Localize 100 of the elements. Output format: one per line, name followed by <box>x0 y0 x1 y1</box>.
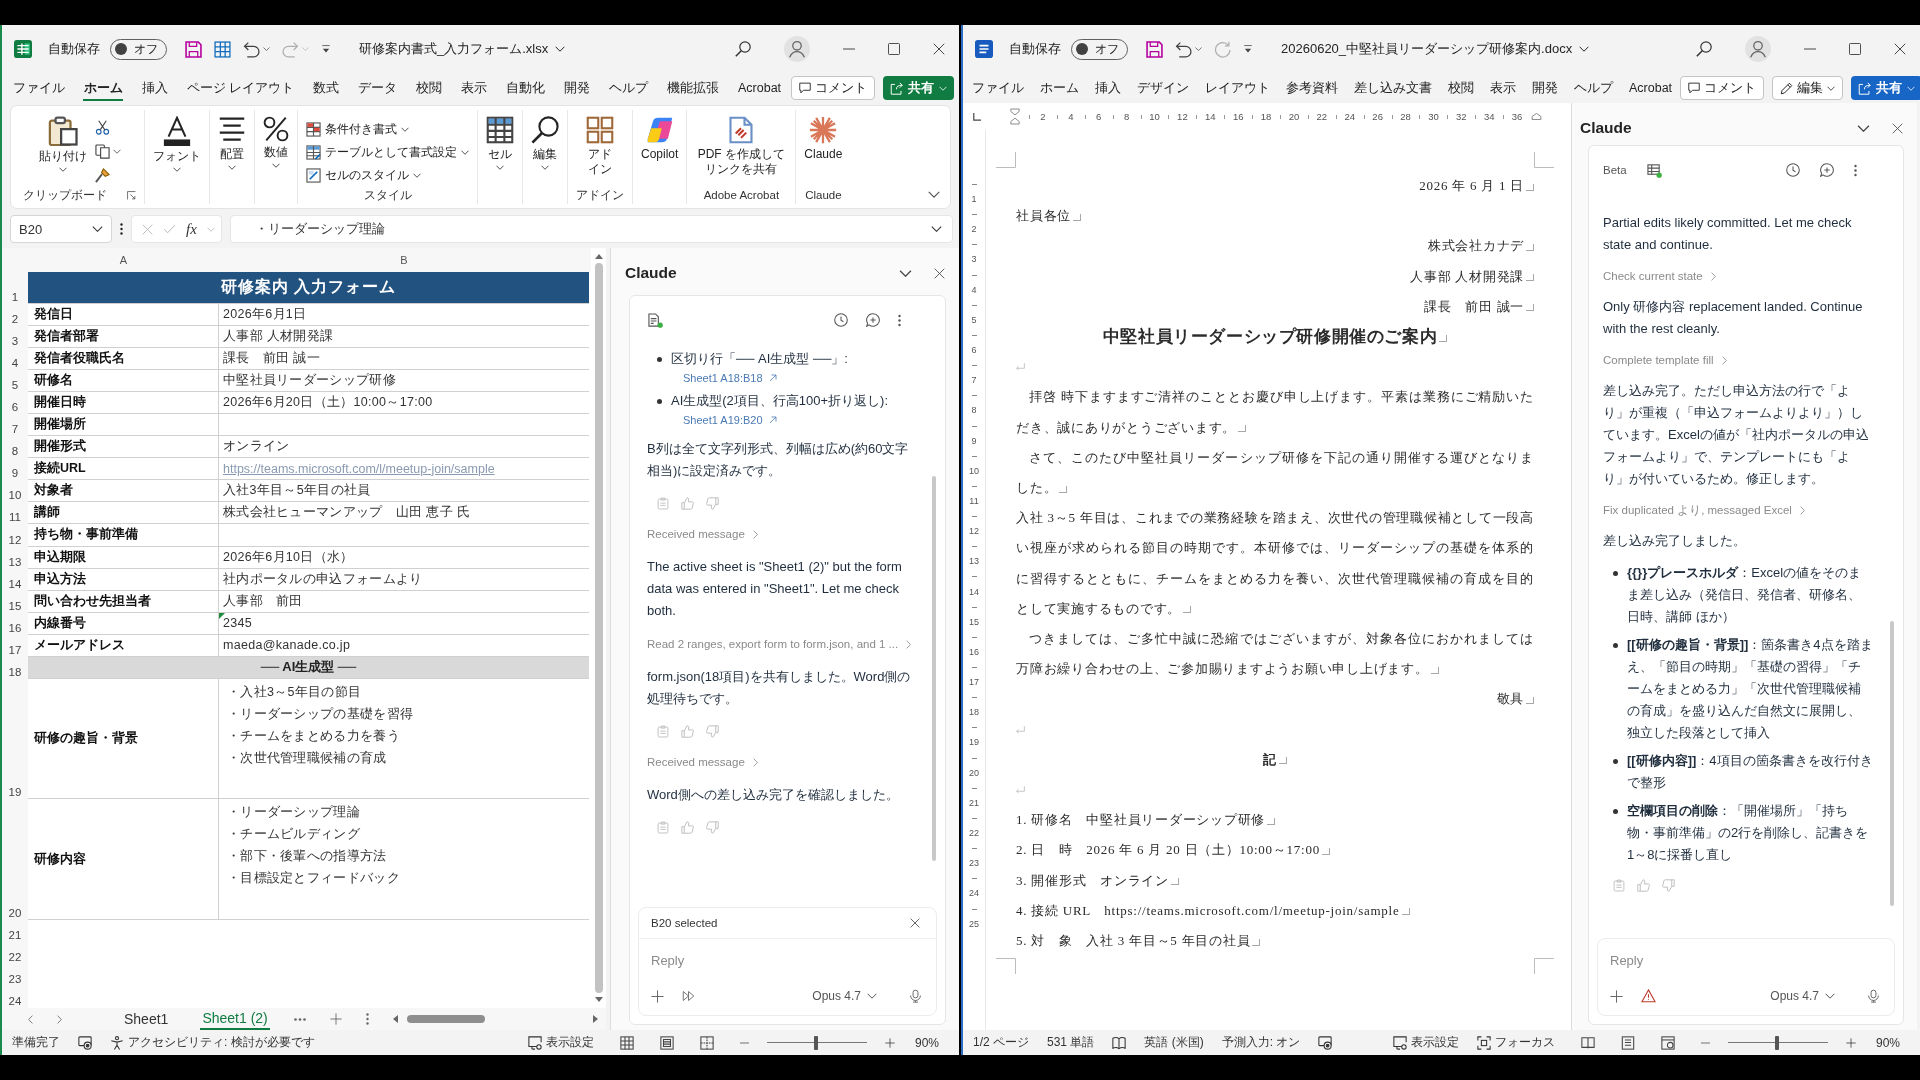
dialog-launcher-icon[interactable] <box>127 190 136 200</box>
customize-icon[interactable] <box>321 45 331 53</box>
avatar-icon[interactable] <box>1745 36 1771 62</box>
next-sheet-icon[interactable] <box>57 1014 62 1024</box>
search-icon[interactable] <box>735 41 751 57</box>
number-format-button[interactable]: 数値 <box>263 116 289 168</box>
collapse-icon[interactable] <box>1857 124 1870 132</box>
scissors-icon[interactable] <box>94 120 110 135</box>
menu-tab[interactable]: データ <box>348 73 407 103</box>
more-icon[interactable] <box>120 223 123 235</box>
thumbs-down-icon[interactable] <box>706 820 719 834</box>
scrollbar-thumb[interactable] <box>406 1015 485 1023</box>
scroll-right-icon[interactable] <box>593 1015 598 1023</box>
thumbs-up-icon[interactable] <box>1637 878 1650 892</box>
caret-icon[interactable] <box>173 167 181 172</box>
menu-tab[interactable]: 表示 <box>1482 73 1524 103</box>
more-icon[interactable] <box>898 313 901 327</box>
cells-button[interactable]: セル <box>486 116 514 170</box>
row-number[interactable]: 21 <box>2 919 28 942</box>
grid-view-icon[interactable] <box>619 1035 634 1050</box>
model-selector[interactable]: Opus 4.7 <box>812 989 877 1003</box>
column-header[interactable]: B <box>400 254 408 266</box>
caret-icon[interactable] <box>1579 46 1590 52</box>
error-indicator-icon[interactable] <box>219 612 225 619</box>
caret-icon[interactable] <box>1827 85 1836 91</box>
row-number[interactable]: 23 <box>2 963 28 986</box>
row-number[interactable]: 22 <box>2 941 28 964</box>
row-number[interactable]: 5 <box>2 370 28 393</box>
scrollbar-thumb[interactable] <box>1890 621 1894 906</box>
style-button[interactable]: セルのスタイル <box>306 166 421 184</box>
row-number[interactable]: 16 <box>2 612 28 635</box>
comment-button[interactable]: コメント <box>1680 76 1765 100</box>
clipboard-icon[interactable] <box>1613 878 1625 892</box>
close-icon[interactable] <box>933 43 945 55</box>
cell-style-icon[interactable] <box>306 167 321 183</box>
page-count[interactable]: 1/2 ページ <box>973 1034 1029 1051</box>
pencil-icon[interactable] <box>1780 81 1794 95</box>
alignment-button[interactable]: 配置 <box>218 116 246 170</box>
word-count[interactable]: 531 単語 <box>1047 1034 1095 1051</box>
copilot-button[interactable]: Copilot <box>641 116 679 162</box>
thumbs-up-icon[interactable] <box>681 496 694 510</box>
clipboard-icon[interactable] <box>657 820 669 834</box>
step-toggle[interactable]: Received message <box>647 524 915 544</box>
menu-tab[interactable]: 校閲 <box>406 73 452 103</box>
column-header[interactable]: A <box>119 254 128 266</box>
insert-function-button[interactable]: fx <box>186 220 197 238</box>
menu-tab[interactable]: 自動化 <box>496 73 555 103</box>
page-break-view-icon[interactable] <box>699 1035 714 1050</box>
menu-tab[interactable]: 開発 <box>1524 73 1566 103</box>
more-sheets-icon[interactable] <box>293 1017 306 1021</box>
row-number[interactable]: 6 <box>2 392 28 415</box>
paste-icon[interactable] <box>47 116 78 146</box>
zoom-slider-thumb[interactable] <box>1774 1035 1779 1050</box>
monitor-settings-icon[interactable] <box>527 1035 542 1050</box>
menu-tab[interactable]: 校閲 <box>1440 73 1482 103</box>
comment-icon[interactable] <box>1688 82 1701 94</box>
zoom-in-icon[interactable] <box>1845 1037 1856 1048</box>
row-number[interactable]: 24 <box>2 985 28 1008</box>
page-icon[interactable] <box>1620 1035 1635 1050</box>
create-pdf-button[interactable]: PDF を作成してリンクを共有 <box>695 116 788 177</box>
step-toggle[interactable]: Check current state <box>1603 266 1873 286</box>
previous-sheet-icon[interactable] <box>28 1014 33 1024</box>
row-number[interactable]: 4 <box>2 348 28 371</box>
clipboard-icon[interactable] <box>657 496 669 510</box>
caret-icon[interactable] <box>461 149 469 155</box>
document-status-icon[interactable] <box>648 312 663 328</box>
paintbrush-icon[interactable] <box>94 168 110 183</box>
customize-icon[interactable] <box>1243 45 1253 53</box>
zoom-level[interactable]: 90% <box>914 1035 939 1050</box>
thumbs-up-icon[interactable] <box>681 724 694 738</box>
row-number[interactable]: 10 <box>2 480 28 503</box>
caret-icon[interactable] <box>413 172 421 178</box>
scrollbar-thumb[interactable] <box>932 476 936 861</box>
close-icon[interactable] <box>1892 122 1903 134</box>
check-icon[interactable] <box>163 223 176 235</box>
style-button[interactable]: テーブルとして書式設定 <box>306 143 469 161</box>
row-number[interactable]: 3 <box>2 326 28 349</box>
external-link-icon[interactable] <box>768 374 777 382</box>
file-name-button[interactable]: 研修案内書式_入力フォーム.xlsx <box>359 40 566 58</box>
display-settings-button[interactable]: 表示設定 <box>1392 1034 1459 1051</box>
undo-icon[interactable] <box>1175 40 1192 58</box>
scroll-up-icon[interactable] <box>594 254 603 259</box>
step-toggle[interactable]: Read 2 ranges, export form to form.json, and 1 ... <box>647 634 915 654</box>
row-number[interactable]: 20 <box>2 799 28 920</box>
fast-forward-icon[interactable] <box>682 990 695 1002</box>
caret-icon[interactable] <box>496 165 504 170</box>
history-icon[interactable] <box>834 313 848 327</box>
browser-window-icon[interactable] <box>1660 1035 1675 1050</box>
edit-mode-button[interactable]: 編集 <box>1772 76 1844 100</box>
step-toggle[interactable]: Complete template fill <box>1603 350 1873 370</box>
menu-tab[interactable]: ページ レイアウト <box>177 73 304 103</box>
menu-tab[interactable]: レイアウト <box>1197 73 1278 103</box>
step-toggle[interactable]: Fix duplicated より, messaged Excel <box>1603 500 1873 520</box>
editing-button[interactable]: 編集 <box>531 116 559 170</box>
percent-icon[interactable] <box>263 116 289 142</box>
row-number[interactable]: 9 <box>2 458 28 481</box>
search-icon[interactable] <box>1696 41 1712 57</box>
zoom-slider-thumb[interactable] <box>813 1035 818 1050</box>
expand-icon[interactable] <box>931 226 942 232</box>
more-icon[interactable] <box>1854 163 1857 177</box>
